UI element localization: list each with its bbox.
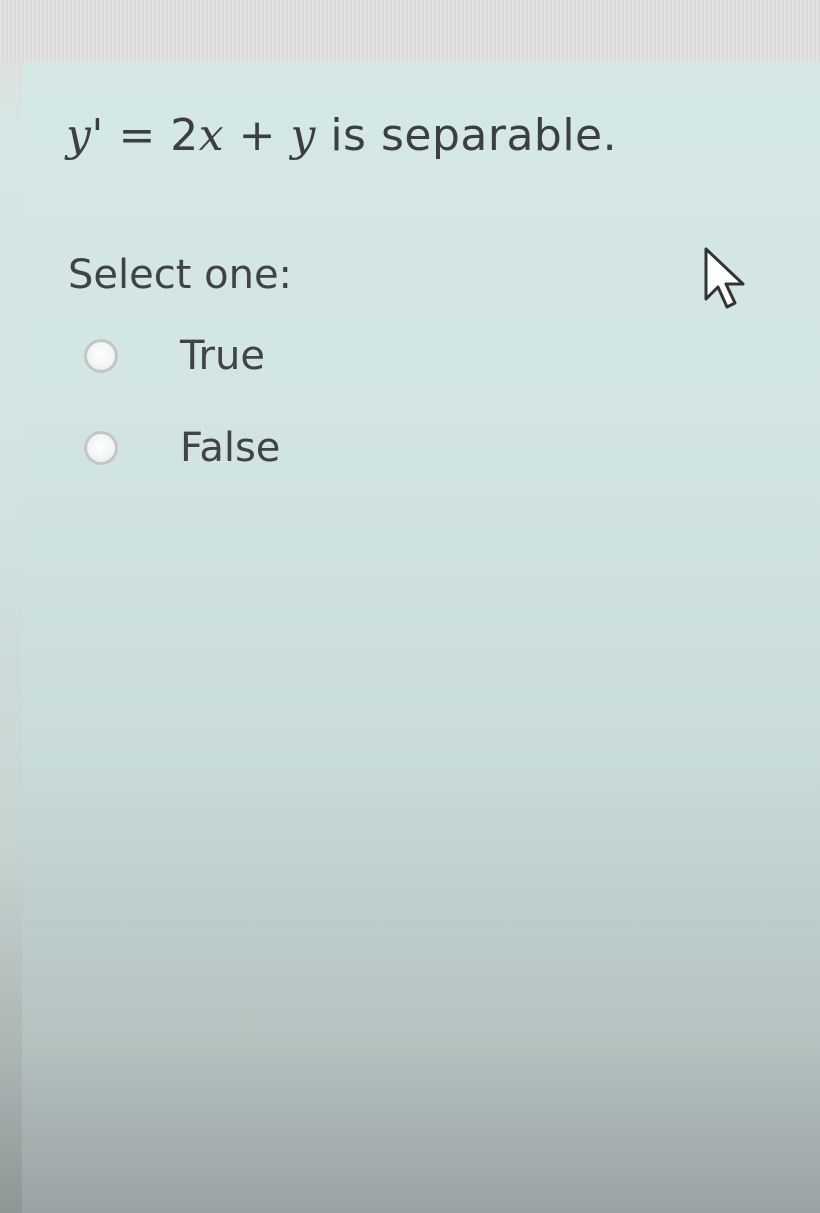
question-panel bbox=[22, 62, 820, 1213]
option-false-label[interactable]: False bbox=[180, 425, 280, 471]
option-false[interactable]: False bbox=[84, 425, 280, 471]
option-true-label[interactable]: True bbox=[180, 333, 265, 379]
equation-y: y bbox=[290, 110, 316, 161]
equation-x: x bbox=[198, 110, 225, 161]
radio-circle-icon[interactable] bbox=[84, 339, 118, 373]
question-text: y' = 2x + y is separable. bbox=[66, 110, 617, 161]
question-rest: is separable. bbox=[330, 110, 618, 161]
equation-coefficient: 2 bbox=[170, 110, 199, 161]
mouse-pointer-icon bbox=[704, 247, 745, 309]
select-one-prompt: Select one: bbox=[68, 252, 293, 298]
equation-equals: = bbox=[103, 110, 171, 161]
top-strip bbox=[0, 0, 820, 62]
option-true[interactable]: True bbox=[84, 333, 265, 379]
equation-lhs: y' bbox=[66, 110, 104, 161]
equation-plus: + bbox=[224, 110, 291, 161]
radio-circle-icon[interactable] bbox=[84, 431, 118, 465]
equation: y' = 2x + y bbox=[66, 110, 316, 161]
